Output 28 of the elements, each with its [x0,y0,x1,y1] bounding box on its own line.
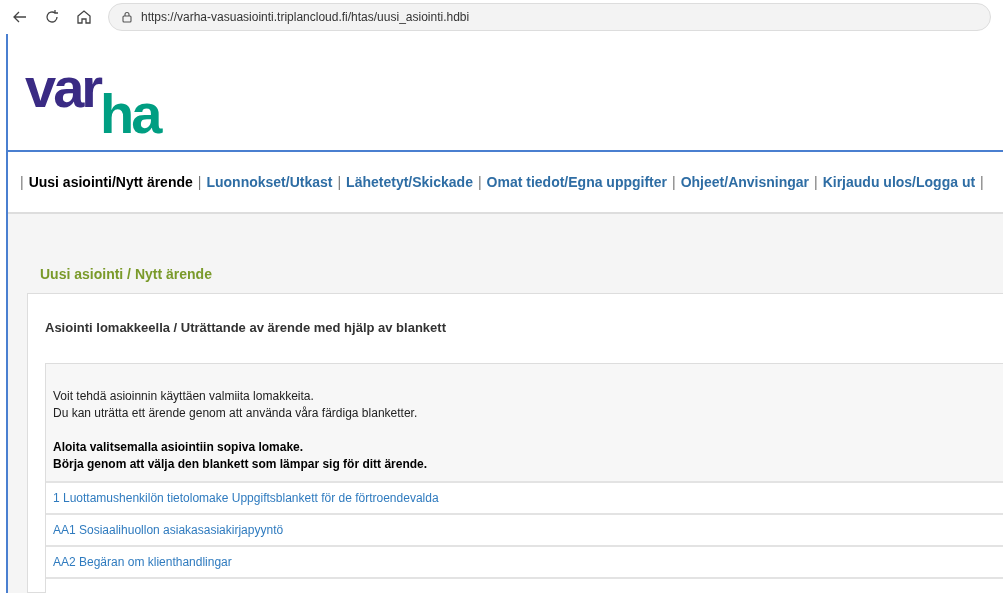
instruction-text: Aloita valitsemalla asiointiin sopiva lomake. [53,438,305,456]
nav-link[interactable]: Kirjaudu ulos/Logga ut [822,171,976,193]
reload-icon[interactable] [44,9,60,25]
lock-icon [121,11,133,23]
nav-separator: | [477,172,482,192]
nav-link[interactable]: Omat tiedot/Egna uppgifter [486,171,668,193]
back-icon[interactable] [12,9,28,25]
nav-separator: | [980,172,984,192]
nav-separator: | [337,172,342,192]
page-title: Uusi asiointi / Nytt ärende [39,265,213,284]
intro-text: Du kan uträtta ett ärende genom att använda våra färdiga blanketter. [53,404,419,422]
address-bar[interactable]: https://varha-vasuasiointi.triplancloud.fi/htas/uusi_asiointi.hdbi [108,3,991,31]
form-link[interactable]: AA2 Begäran om klienthandlingar [53,552,232,571]
intro-text: Voit tehdä asioinnin käyttäen valmiita lomakkeita. [53,387,315,405]
nav-link[interactable]: Ohjeet/Anvisningar [680,171,810,193]
nav-link[interactable]: Luonnokset/Utkast [206,171,333,193]
instruction-text: Börja genom att välja den blankett som lämpar sig för ditt ärende. [53,455,429,473]
nav-link[interactable]: Lähetetyt/Skickade [346,171,473,193]
url-text: https://varha-vasuasiointi.triplancloud.fi/htas/uusi_asiointi.hdbi [141,9,470,26]
nav-link[interactable]: Uusi asiointi/Nytt ärende [28,171,193,193]
form-link[interactable]: AA1 Sosiaalihuollon asiakasasiakirjapyyntö [53,520,284,539]
nav-separator: | [197,172,202,192]
card-heading: Asiointi lomakkeella / Uträttande av ärende med hjälp av blankett [45,319,447,337]
varha-logo: varha [25,60,160,142]
nav-separator: | [814,172,818,192]
nav-separator: | [672,172,676,192]
nav-separator: | [20,172,24,192]
home-icon[interactable] [76,9,92,25]
